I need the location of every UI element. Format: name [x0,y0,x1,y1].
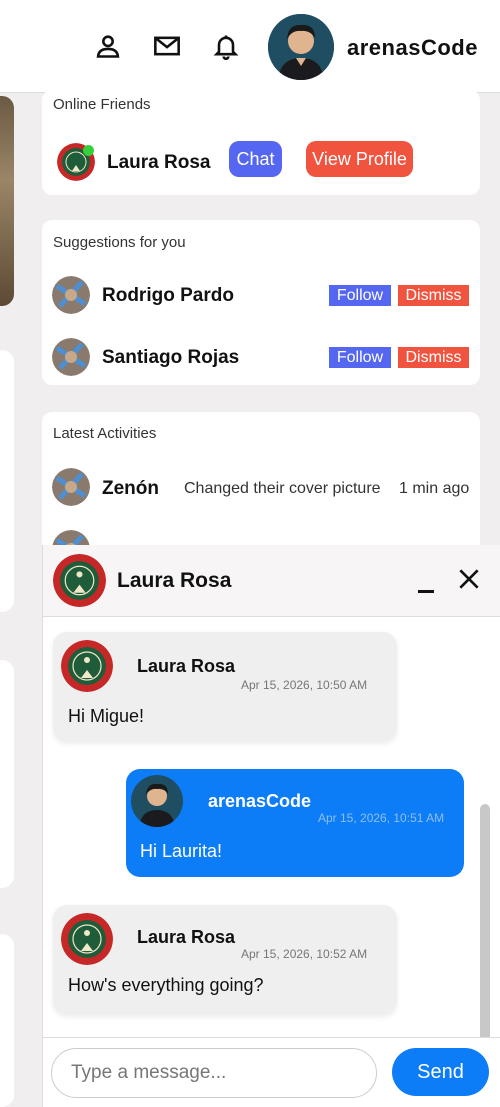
sender-avatar [61,640,113,692]
message-timestamp: Apr 15, 2026, 10:51 AM [318,811,445,825]
activities-title: Latest Activities [53,425,157,442]
suggestion-name[interactable]: Rodrigo Pardo [102,285,234,307]
dismiss-button[interactable]: Dismiss [398,347,469,368]
top-header: arenasCode [0,0,500,93]
post-image-peek [0,96,14,306]
suggestions-title: Suggestions for you [53,234,186,251]
message-sender: arenasCode [208,791,312,811]
left-card-peek [0,660,14,888]
chat-header[interactable]: Laura Rosa [43,545,500,617]
sender-avatar [61,913,113,965]
suggestion-avatar[interactable] [52,276,90,314]
view-profile-button[interactable]: View Profile [306,141,413,177]
message-text: Hi Laurita! [140,841,223,861]
message-input[interactable] [51,1048,377,1098]
suggestion-name[interactable]: Santiago Rojas [102,347,239,369]
left-card-peek [0,934,14,1107]
activity-time: 1 min ago [399,480,470,497]
bell-icon[interactable] [210,30,242,62]
online-friends-title: Online Friends [53,96,151,113]
chat-message: Laura Rosa Apr 15, 2026, 10:52 AM How's … [53,905,397,1015]
chat-window: Laura Rosa Laura Rosa Apr 15, 2026, 10:5… [42,545,500,1107]
user-icon[interactable] [92,30,124,62]
chat-message: Laura Rosa Apr 15, 2026, 10:50 AM Hi Mig… [53,632,397,742]
suggestion-avatar[interactable] [52,338,90,376]
chat-footer: Send [43,1037,500,1107]
follow-button[interactable]: Follow [329,347,391,368]
user-avatar[interactable] [268,14,334,80]
chat-button[interactable]: Chat [229,141,282,177]
header-username[interactable]: arenasCode [347,35,478,61]
message-text: Hi Migue! [68,706,145,726]
message-timestamp: Apr 15, 2026, 10:50 AM [241,678,368,692]
message-sender: Laura Rosa [137,927,236,947]
chat-scrollbar[interactable] [480,804,490,1037]
friend-name[interactable]: Laura Rosa [107,152,210,174]
send-button[interactable]: Send [392,1048,489,1096]
message-sender: Laura Rosa [137,656,236,676]
chat-contact-avatar [53,554,106,607]
suggestions-card: Suggestions for you Rodrigo Pardo Follow… [42,220,480,385]
chat-message: arenasCode Apr 15, 2026, 10:51 AM Hi Lau… [126,769,464,877]
left-card-peek [0,350,14,612]
activity-avatar[interactable] [52,468,90,506]
dismiss-button[interactable]: Dismiss [398,285,469,306]
chat-messages[interactable]: Laura Rosa Apr 15, 2026, 10:50 AM Hi Mig… [43,617,500,1037]
minimize-icon[interactable] [416,567,440,595]
message-text: How's everything going? [68,975,264,995]
follow-button[interactable]: Follow [329,285,391,306]
activity-description: Changed their cover picture [184,480,381,497]
message-timestamp: Apr 15, 2026, 10:52 AM [241,947,368,961]
chat-contact-name: Laura Rosa [117,569,232,592]
online-friends-card: Online Friends Laura Rosa Chat View Prof… [42,90,480,195]
sender-avatar [131,775,183,827]
activity-user-name[interactable]: Zenón [102,478,159,500]
mail-icon[interactable] [151,30,183,62]
close-icon[interactable] [456,566,482,592]
online-status-dot [83,145,94,156]
